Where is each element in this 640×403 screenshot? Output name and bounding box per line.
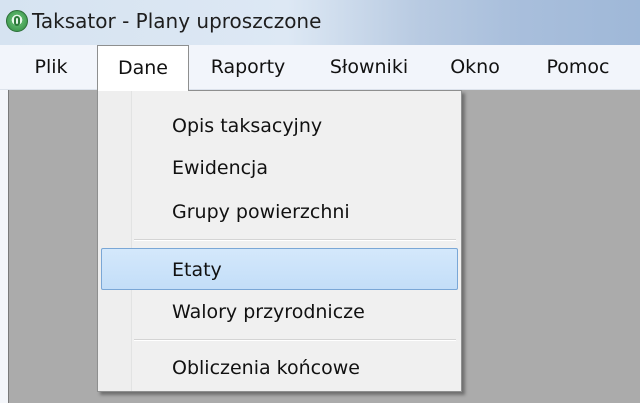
- menu-separator: [134, 239, 456, 241]
- menu-plik[interactable]: Plik: [22, 45, 80, 90]
- window-frame-left: [0, 90, 8, 403]
- menu-raporty[interactable]: Raporty: [198, 45, 298, 90]
- menu-item-label: Grupy powierzchni: [172, 201, 350, 223]
- menu-item-label: Opis taksacyjny: [172, 115, 323, 137]
- title-bar: Taksator - Plany uproszczone: [0, 0, 640, 45]
- menu-slowniki[interactable]: Słowniki: [313, 45, 425, 90]
- menu-item-label: Ewidencja: [172, 157, 268, 179]
- menu-item-opis-taksacyjny[interactable]: Opis taksacyjny: [101, 105, 458, 147]
- dane-dropdown-menu: Opis taksacyjny Ewidencja Grupy powierzc…: [97, 90, 462, 392]
- menu-item-label: Etaty: [172, 259, 222, 281]
- menu-item-label: Walory przyrodnicze: [172, 301, 365, 323]
- menu-dane[interactable]: Dane: [97, 45, 189, 91]
- menu-pomoc[interactable]: Pomoc: [528, 45, 628, 90]
- menu-item-walory-przyrodnicze[interactable]: Walory przyrodnicze: [101, 291, 458, 333]
- menu-separator: [134, 339, 456, 341]
- window-title: Taksator - Plany uproszczone: [32, 9, 322, 33]
- app-logo-icon[interactable]: [6, 10, 28, 32]
- menu-okno[interactable]: Okno: [440, 45, 510, 90]
- menu-item-label: Obliczenia końcowe: [172, 357, 360, 379]
- menu-item-ewidencja[interactable]: Ewidencja: [101, 147, 458, 189]
- menu-item-obliczenia-koncowe[interactable]: Obliczenia końcowe: [101, 347, 458, 389]
- menu-bar: Plik Dane Raporty Słowniki Okno Pomoc: [0, 45, 640, 91]
- menu-item-etaty[interactable]: Etaty: [101, 248, 458, 290]
- menu-item-grupy-powierzchni[interactable]: Grupy powierzchni: [101, 191, 458, 233]
